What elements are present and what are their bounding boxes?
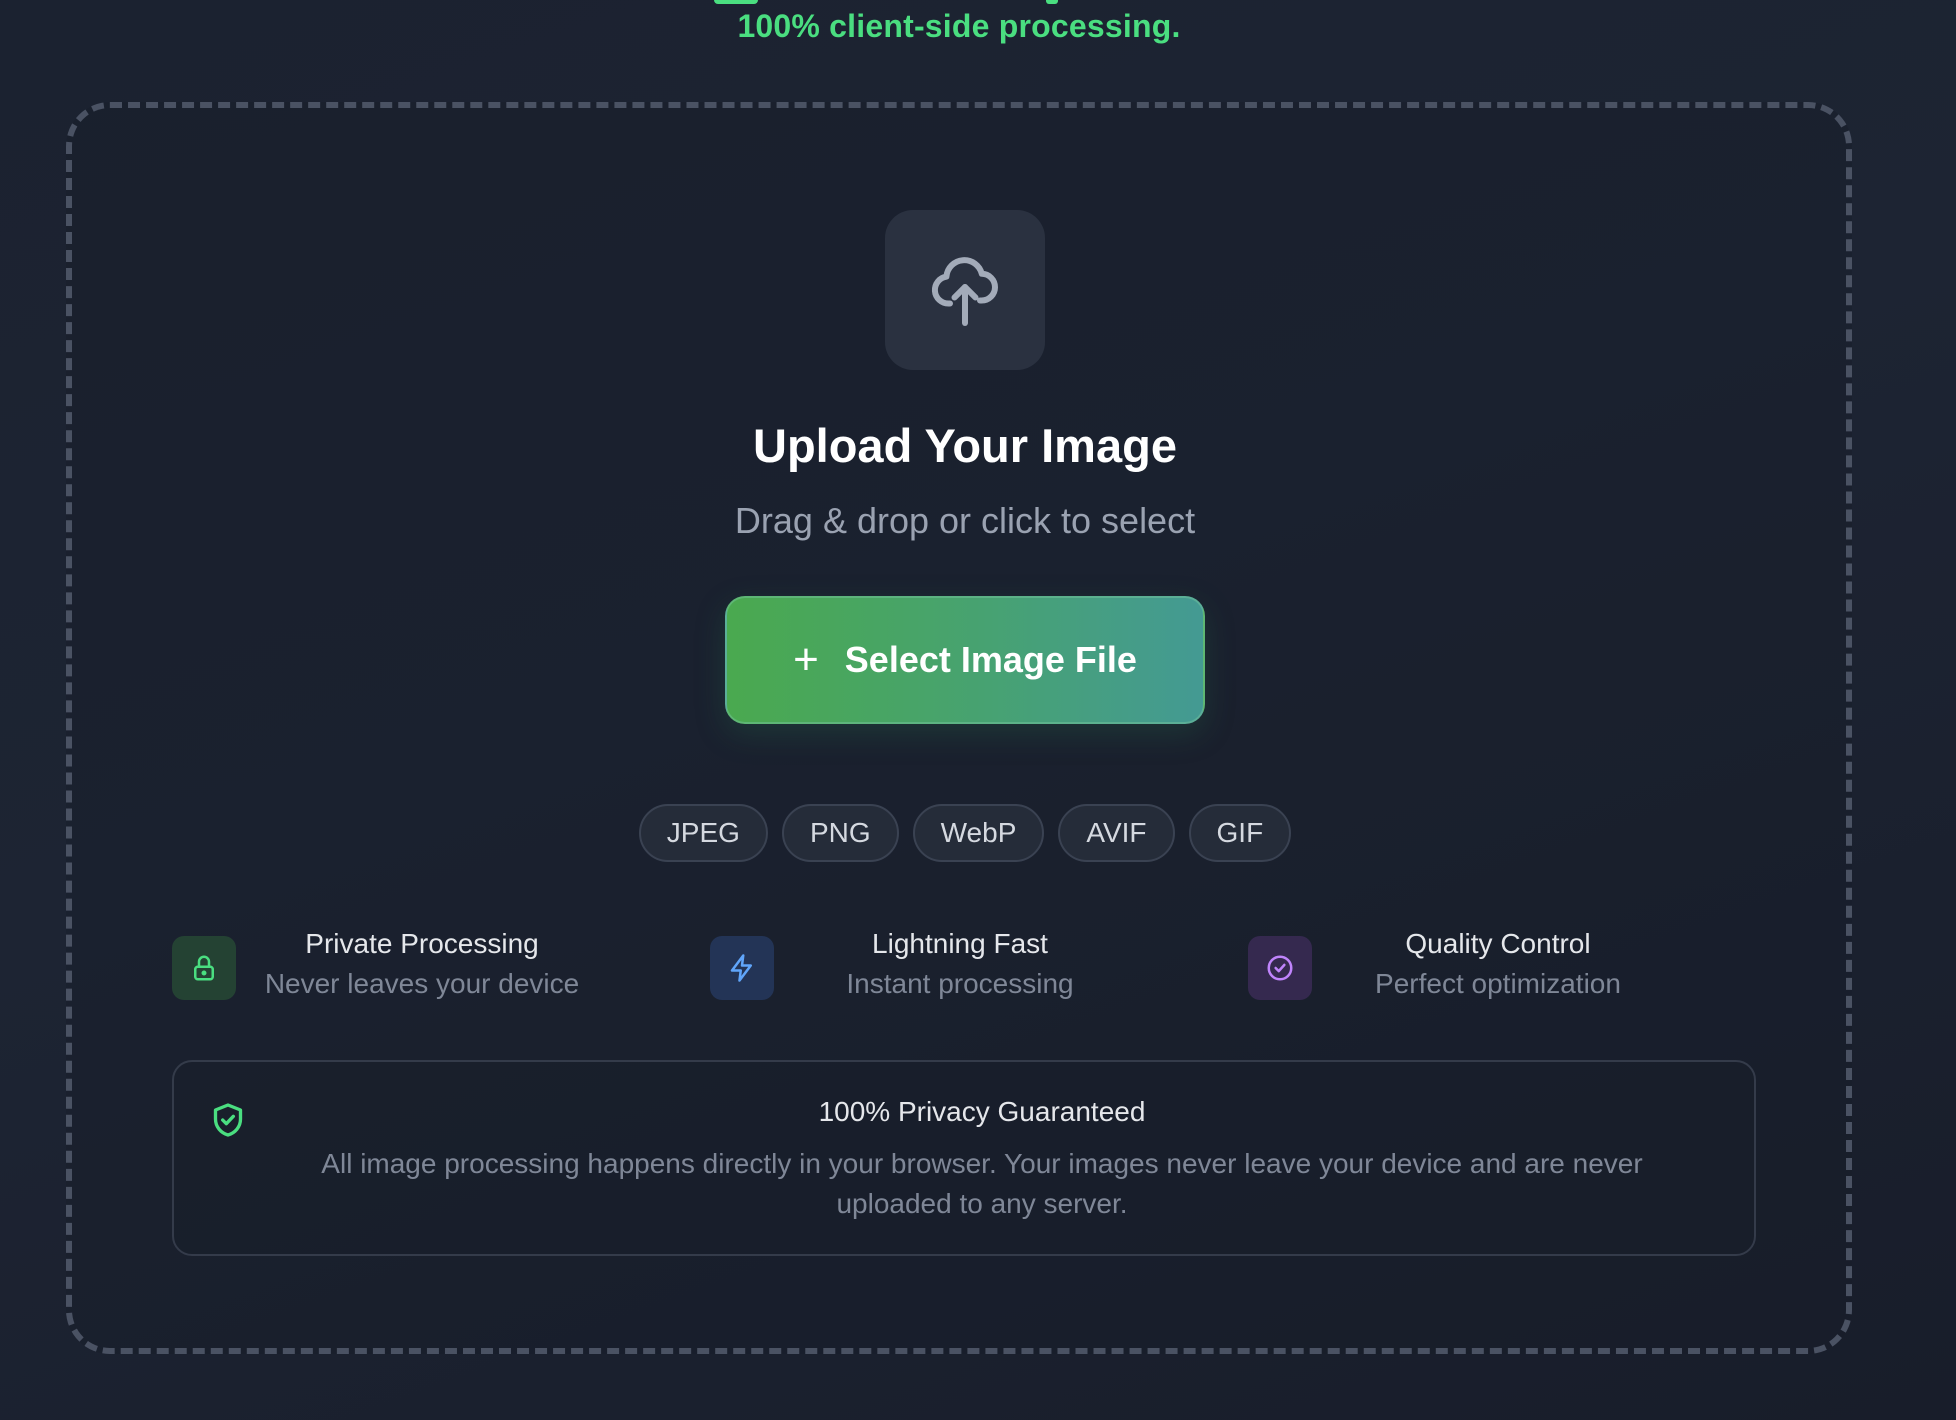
lock-icon	[172, 936, 236, 1000]
format-chip-avif: AVIF	[1058, 804, 1175, 862]
lightning-icon	[710, 936, 774, 1000]
format-chip-webp: WebP	[912, 804, 1045, 862]
feature-title: Private Processing	[305, 928, 539, 959]
feature-description: Instant processing	[846, 968, 1074, 999]
format-chip-gif: GIF	[1188, 804, 1292, 862]
cloud-upload-icon	[931, 257, 998, 326]
select-image-file-label: Select Image File	[844, 639, 1137, 680]
format-chip-jpeg: JPEG	[638, 804, 768, 862]
plus-icon: +	[793, 635, 819, 684]
privacy-description: All image processing happens directly in…	[321, 1148, 1643, 1219]
feature-description: Never leaves your device	[264, 968, 580, 999]
page: 100% client-side processing. Upload Your…	[0, 0, 1956, 1420]
header-cutoff-mark	[1046, 0, 1058, 4]
select-image-file-button[interactable]: + Select Image File	[725, 596, 1205, 724]
header-cutoff-mark	[714, 0, 758, 4]
feature-private-processing: Private Processing Never leaves your dev…	[172, 928, 632, 1016]
upload-title: Upload Your Image	[753, 419, 1177, 472]
feature-description: Perfect optimization	[1375, 968, 1621, 999]
supported-formats: JPEG PNG WebP AVIF GIF	[72, 804, 1858, 862]
feature-title: Quality Control	[1405, 928, 1591, 959]
feature-lightning-fast: Lightning Fast Instant processing	[710, 928, 1170, 1016]
tagline: 100% client-side processing.	[737, 8, 1181, 44]
privacy-title: 100% Privacy Guaranteed	[818, 1096, 1146, 1127]
upload-dropzone[interactable]: Upload Your Image Drag & drop or click t…	[66, 102, 1852, 1354]
upload-subtitle: Drag & drop or click to select	[734, 500, 1196, 541]
feature-quality-control: Quality Control Perfect optimization	[1248, 928, 1708, 1016]
check-circle-icon	[1248, 936, 1312, 1000]
feature-title: Lightning Fast	[872, 928, 1048, 959]
format-chip-png: PNG	[781, 804, 899, 862]
upload-tile	[885, 210, 1045, 370]
privacy-notice: 100% Privacy Guaranteed All image proces…	[172, 1060, 1756, 1256]
